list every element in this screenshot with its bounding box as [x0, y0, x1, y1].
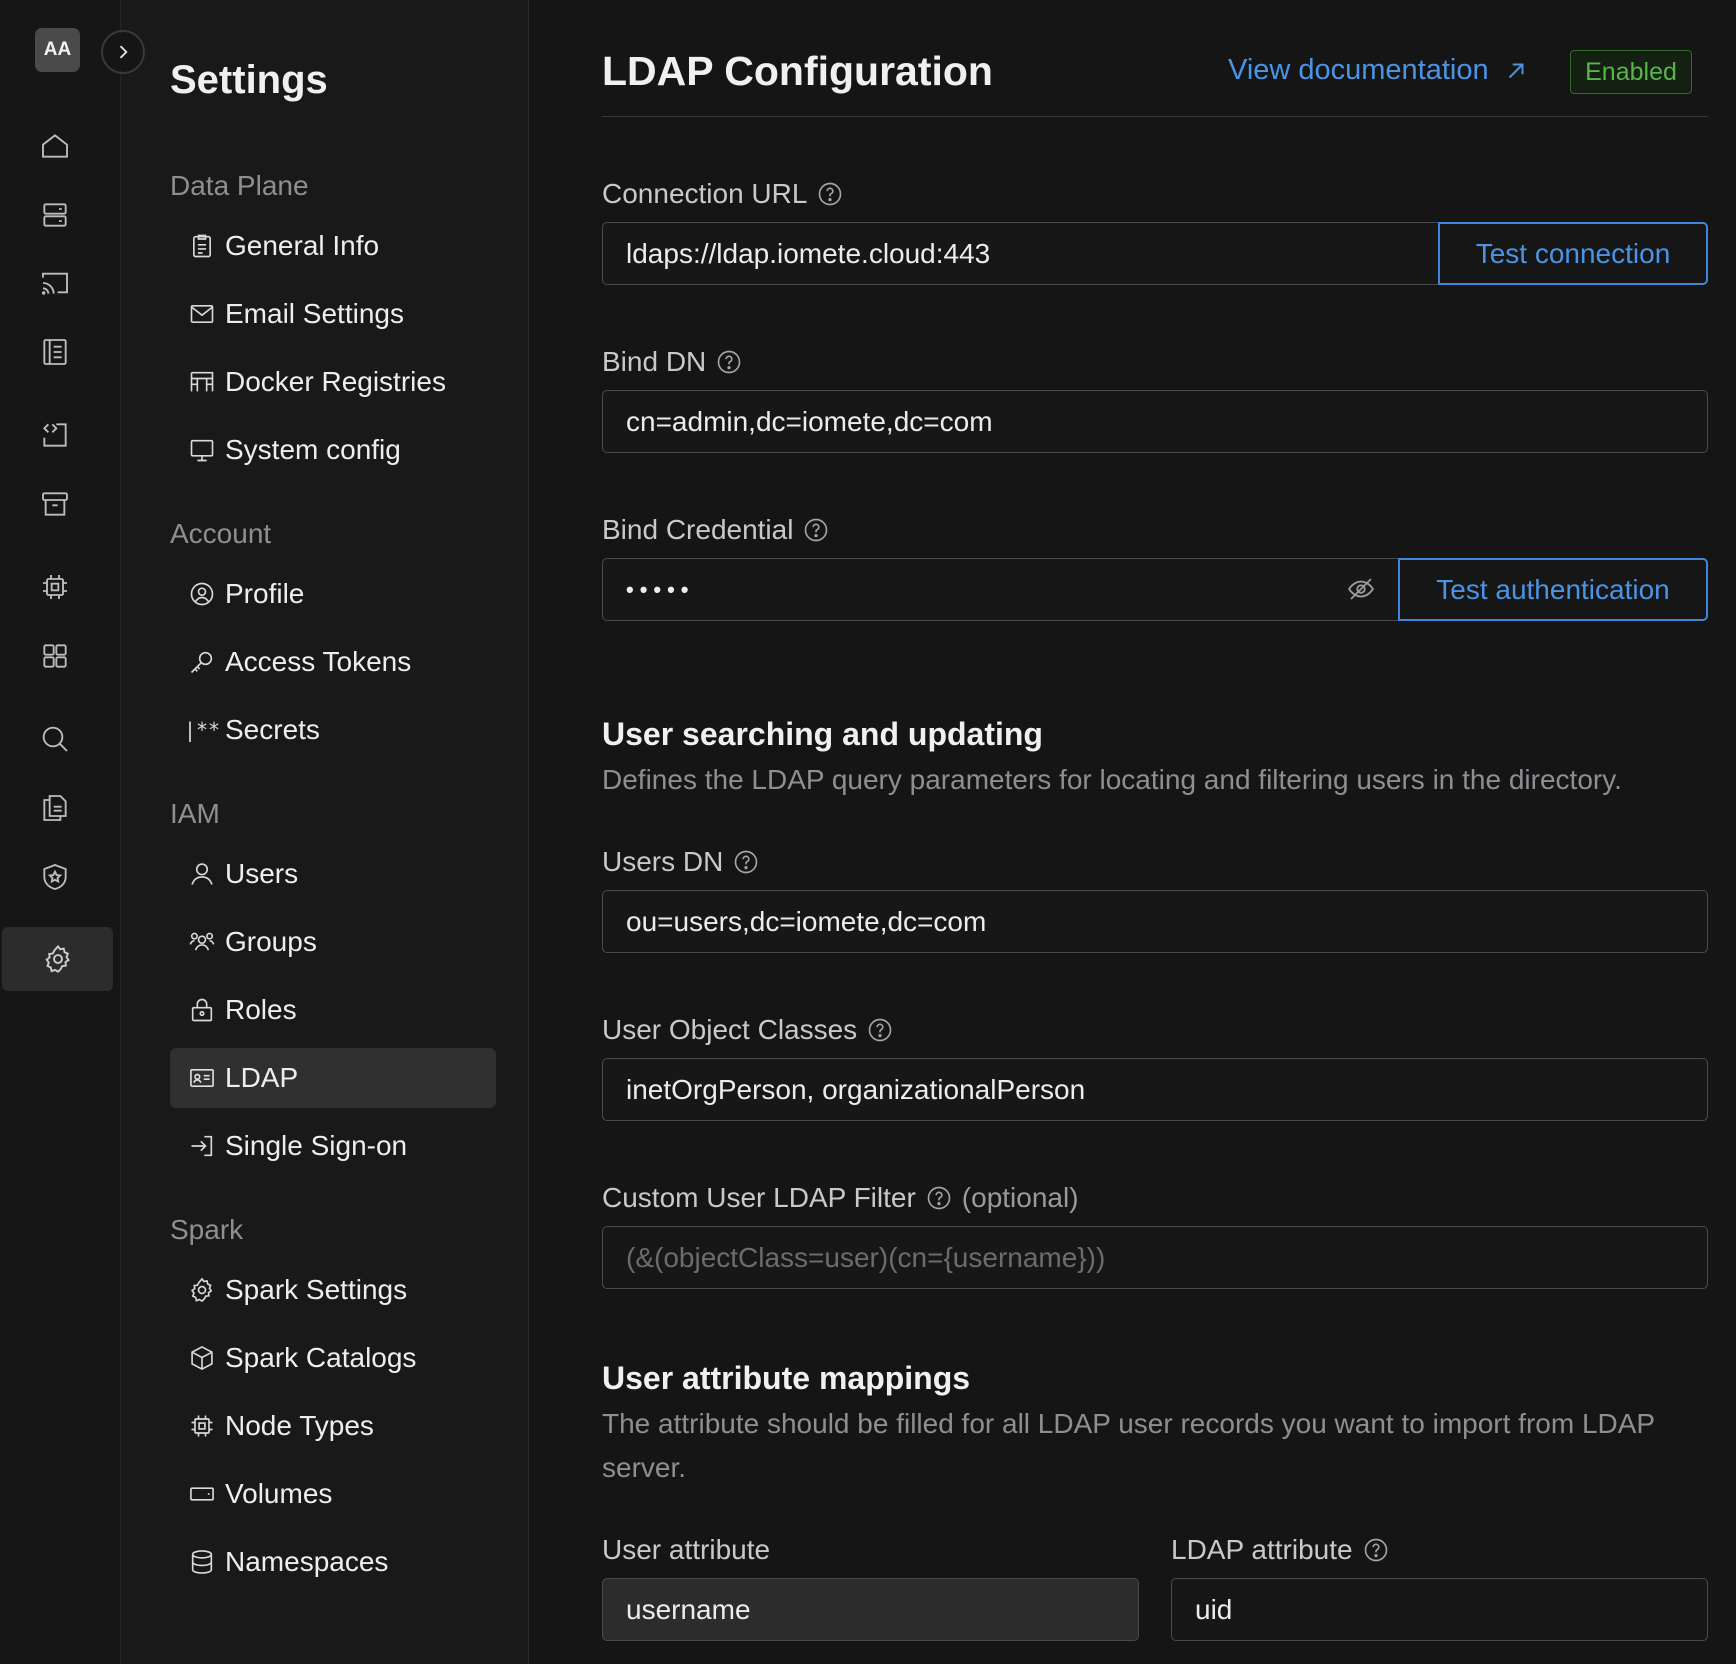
notebook-icon[interactable] — [0, 324, 110, 380]
external-link-icon — [1508, 63, 1524, 78]
chip-icon — [188, 1412, 216, 1440]
cube-icon — [188, 1344, 216, 1372]
menu-item-email-settings[interactable]: Email Settings — [170, 284, 496, 344]
shield-star-icon[interactable] — [0, 849, 110, 905]
menu-item-secrets[interactable]: |** Secrets — [170, 700, 496, 760]
menu-item-system-config[interactable]: System config — [170, 420, 496, 480]
archive-icon[interactable] — [0, 476, 110, 532]
menu-item-profile[interactable]: Profile — [170, 564, 496, 624]
attribute-mappings-section-description: The attribute should be filled for all L… — [602, 1408, 1655, 1483]
users-dn-input[interactable]: ou=users,dc=iomete,dc=com — [602, 890, 1708, 953]
settings-rail-item[interactable] — [2, 927, 113, 991]
user-attribute-label: User attribute — [602, 1534, 771, 1565]
user-object-classes-label: User Object Classes — [602, 1014, 894, 1046]
help-icon[interactable] — [816, 180, 844, 208]
menu-item-node-types[interactable]: Node Types — [170, 1396, 496, 1456]
menu-item-general-info[interactable]: General Info — [170, 216, 496, 276]
sign-in-icon — [188, 1132, 216, 1160]
eye-off-icon[interactable] — [1346, 574, 1376, 604]
database-icon — [188, 1548, 216, 1576]
secret-icon: |** — [183, 718, 221, 742]
menu-item-namespaces[interactable]: Namespaces — [170, 1532, 496, 1592]
grid-icon[interactable] — [0, 628, 110, 684]
user-icon — [188, 860, 216, 888]
bind-dn-label: Bind DN — [602, 346, 743, 378]
app: AA Settings Data Plane General Info Emai… — [0, 0, 1736, 1664]
user-search-section-title: User searching and updating — [602, 716, 1043, 752]
code-file-icon[interactable] — [0, 407, 110, 463]
users-dn-label: Users DN — [602, 846, 760, 878]
gear-icon — [44, 944, 70, 973]
help-icon[interactable] — [925, 1184, 953, 1212]
help-icon[interactable] — [802, 516, 830, 544]
registry-icon — [188, 368, 216, 396]
user-search-section-description: Defines the LDAP query parameters for lo… — [602, 764, 1622, 795]
menu-title: Settings — [170, 58, 328, 102]
expand-sidebar-button[interactable] — [101, 30, 145, 74]
test-connection-button[interactable]: Test connection — [1438, 222, 1708, 285]
user-object-classes-input[interactable]: inetOrgPerson, organizationalPerson — [602, 1058, 1708, 1121]
user-attribute-input: username — [602, 1578, 1139, 1641]
ldap-attribute-input[interactable]: uid — [1171, 1578, 1708, 1641]
menu-item-ldap[interactable]: LDAP — [170, 1048, 496, 1108]
mail-icon — [188, 300, 216, 328]
custom-filter-label: Custom User LDAP Filter (optional) — [602, 1182, 1079, 1213]
home-icon[interactable] — [0, 118, 110, 174]
group-label-data-plane: Data Plane — [170, 170, 309, 201]
connection-url-label: Connection URL — [602, 178, 844, 210]
server-icon[interactable] — [0, 187, 110, 243]
chevron-right-icon — [119, 45, 128, 59]
monitor-icon — [188, 436, 216, 464]
connection-url-input[interactable]: ldaps://ldap.iomete.cloud:443 — [602, 222, 1439, 285]
settings-menu: Settings Data Plane General Info Email S… — [121, 0, 529, 1664]
help-icon[interactable] — [1362, 1536, 1390, 1564]
bind-credential-label: Bind Credential — [602, 514, 830, 546]
gear-icon — [188, 1276, 216, 1304]
profile-icon — [188, 580, 216, 608]
drive-icon — [188, 1480, 216, 1508]
menu-item-spark-catalogs[interactable]: Spark Catalogs — [170, 1328, 496, 1388]
icon-rail: AA — [0, 0, 121, 1664]
files-icon[interactable] — [0, 780, 110, 836]
group-icon — [188, 928, 216, 956]
help-icon[interactable] — [866, 1016, 894, 1044]
menu-item-access-tokens[interactable]: Access Tokens — [170, 632, 496, 692]
menu-item-groups[interactable]: Groups — [170, 912, 496, 972]
bind-credential-input[interactable]: ••••• — [602, 558, 1399, 621]
header-divider — [602, 116, 1708, 117]
custom-filter-placeholder: (&(objectClass=user)(cn={username})) — [626, 1241, 1106, 1273]
menu-item-single-sign-on[interactable]: Single Sign-on — [170, 1116, 496, 1176]
test-authentication-button[interactable]: Test authentication — [1398, 558, 1708, 621]
status-badge: Enabled — [1570, 50, 1692, 94]
bind-dn-input[interactable]: cn=admin,dc=iomete,dc=com — [602, 390, 1708, 453]
cast-icon[interactable] — [0, 255, 110, 311]
search-icon[interactable] — [0, 711, 110, 767]
id-card-icon — [188, 1064, 216, 1092]
page-title: LDAP Configuration — [602, 48, 993, 94]
menu-item-users[interactable]: Users — [170, 844, 496, 904]
lock-icon — [188, 996, 216, 1024]
help-icon[interactable] — [732, 848, 760, 876]
optional-tag: (optional) — [961, 1182, 1079, 1213]
menu-item-roles[interactable]: Roles — [170, 980, 496, 1040]
attribute-mappings-section-title: User attribute mappings — [602, 1360, 971, 1396]
group-label-account: Account — [170, 518, 272, 549]
group-label-iam: IAM — [170, 798, 220, 829]
menu-item-spark-settings[interactable]: Spark Settings — [170, 1260, 496, 1320]
key-icon — [188, 648, 216, 676]
clipboard-icon — [188, 232, 216, 260]
view-documentation-link[interactable]: View documentation — [1228, 54, 1529, 87]
menu-item-docker-registries[interactable]: Docker Registries — [170, 352, 496, 412]
avatar[interactable]: AA — [35, 28, 80, 72]
chip-icon[interactable] — [0, 559, 110, 615]
group-label-spark: Spark — [170, 1214, 244, 1245]
menu-item-volumes[interactable]: Volumes — [170, 1464, 496, 1524]
custom-filter-input[interactable]: (&(objectClass=user)(cn={username})) — [602, 1226, 1708, 1289]
ldap-attribute-label: LDAP attribute — [1171, 1534, 1390, 1566]
help-icon[interactable] — [715, 348, 743, 376]
